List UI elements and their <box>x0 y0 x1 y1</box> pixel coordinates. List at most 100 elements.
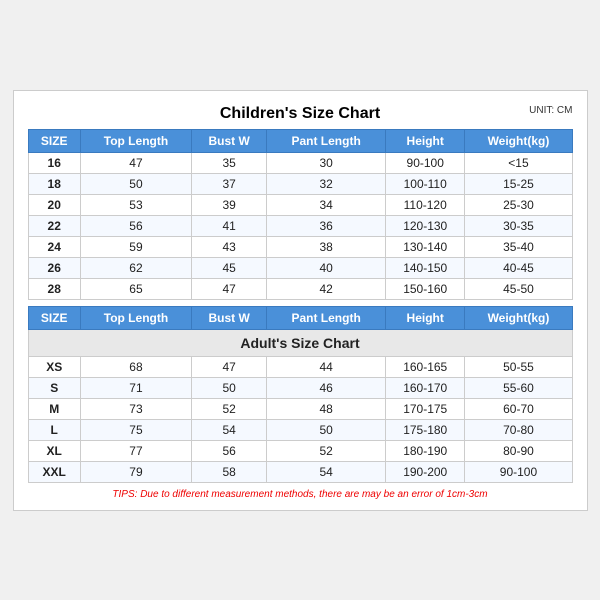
table-cell: 58 <box>192 461 267 482</box>
table-row: 24594338130-14035-40 <box>28 236 572 257</box>
adults-title-row: Adult's Size Chart <box>28 329 572 356</box>
table-row: 26624540140-15040-45 <box>28 257 572 278</box>
main-title: Children's Size Chart UNIT: CM <box>28 101 573 125</box>
table-cell: 40 <box>267 257 386 278</box>
table-cell: 52 <box>192 398 267 419</box>
table-cell: 35 <box>192 152 267 173</box>
table-cell: 140-150 <box>386 257 465 278</box>
table-row: S715046160-17055-60 <box>28 377 572 398</box>
table-row: L755450175-18070-80 <box>28 419 572 440</box>
table-cell: 47 <box>192 356 267 377</box>
col-header-height: Height <box>386 129 465 152</box>
table-cell: 47 <box>192 278 267 299</box>
table-cell: 46 <box>267 377 386 398</box>
table-cell: 50 <box>80 173 191 194</box>
table-cell: 55-60 <box>465 377 572 398</box>
title-text: Children's Size Chart <box>220 105 380 122</box>
col-header-top-length: Top Length <box>80 129 191 152</box>
table-cell: 54 <box>267 461 386 482</box>
table-cell: XS <box>28 356 80 377</box>
adult-col-header-size: SIZE <box>28 306 80 329</box>
table-cell: 79 <box>80 461 191 482</box>
table-cell: 42 <box>267 278 386 299</box>
table-cell: 24 <box>28 236 80 257</box>
table-cell: 190-200 <box>386 461 465 482</box>
table-cell: XL <box>28 440 80 461</box>
table-cell: 100-110 <box>386 173 465 194</box>
adult-col-header-weight: Weight(kg) <box>465 306 572 329</box>
table-cell: 175-180 <box>386 419 465 440</box>
table-cell: 45-50 <box>465 278 572 299</box>
table-cell: 48 <box>267 398 386 419</box>
chart-container: Children's Size Chart UNIT: CM SIZE Top … <box>13 90 588 511</box>
col-header-pant-length: Pant Length <box>267 129 386 152</box>
table-row: XS684744160-16550-55 <box>28 356 572 377</box>
table-cell: 80-90 <box>465 440 572 461</box>
table-cell: 54 <box>192 419 267 440</box>
table-cell: 110-120 <box>386 194 465 215</box>
table-cell: L <box>28 419 80 440</box>
table-cell: 35-40 <box>465 236 572 257</box>
table-row: 20533934110-12025-30 <box>28 194 572 215</box>
table-cell: S <box>28 377 80 398</box>
tips-text: TIPS: Due to different measurement metho… <box>28 489 573 500</box>
table-cell: XXL <box>28 461 80 482</box>
table-cell: 16 <box>28 152 80 173</box>
table-cell: 50-55 <box>465 356 572 377</box>
table-cell: 43 <box>192 236 267 257</box>
table-cell: 59 <box>80 236 191 257</box>
table-cell: 50 <box>192 377 267 398</box>
table-row: 1647353090-100<15 <box>28 152 572 173</box>
table-cell: 25-30 <box>465 194 572 215</box>
table-cell: 50 <box>267 419 386 440</box>
adults-title-cell: Adult's Size Chart <box>28 329 572 356</box>
adults-header-row: SIZE Top Length Bust W Pant Length Heigh… <box>28 306 572 329</box>
table-cell: 41 <box>192 215 267 236</box>
table-cell: 36 <box>267 215 386 236</box>
table-cell: 30-35 <box>465 215 572 236</box>
table-row: M735248170-17560-70 <box>28 398 572 419</box>
table-cell: 26 <box>28 257 80 278</box>
table-cell: M <box>28 398 80 419</box>
col-header-weight: Weight(kg) <box>465 129 572 152</box>
col-header-size: SIZE <box>28 129 80 152</box>
table-cell: 77 <box>80 440 191 461</box>
table-cell: 52 <box>267 440 386 461</box>
table-row: XL775652180-19080-90 <box>28 440 572 461</box>
table-cell: 73 <box>80 398 191 419</box>
adult-col-header-pant-length: Pant Length <box>267 306 386 329</box>
table-cell: 38 <box>267 236 386 257</box>
adult-col-header-top-length: Top Length <box>80 306 191 329</box>
table-cell: 130-140 <box>386 236 465 257</box>
table-cell: 34 <box>267 194 386 215</box>
table-cell: 68 <box>80 356 191 377</box>
table-cell: 160-170 <box>386 377 465 398</box>
table-cell: 28 <box>28 278 80 299</box>
adults-size-table: Adult's Size Chart SIZE Top Length Bust … <box>28 306 573 483</box>
table-cell: <15 <box>465 152 572 173</box>
table-cell: 56 <box>80 215 191 236</box>
table-row: 22564136120-13030-35 <box>28 215 572 236</box>
table-row: 18503732100-11015-25 <box>28 173 572 194</box>
table-cell: 71 <box>80 377 191 398</box>
table-cell: 30 <box>267 152 386 173</box>
table-cell: 47 <box>80 152 191 173</box>
table-cell: 75 <box>80 419 191 440</box>
table-cell: 40-45 <box>465 257 572 278</box>
unit-label: UNIT: CM <box>529 105 572 116</box>
table-row: XXL795854190-20090-100 <box>28 461 572 482</box>
table-cell: 22 <box>28 215 80 236</box>
table-cell: 120-130 <box>386 215 465 236</box>
table-cell: 39 <box>192 194 267 215</box>
adult-col-header-bust-w: Bust W <box>192 306 267 329</box>
table-cell: 56 <box>192 440 267 461</box>
table-row: 28654742150-16045-50 <box>28 278 572 299</box>
table-cell: 180-190 <box>386 440 465 461</box>
table-cell: 37 <box>192 173 267 194</box>
table-cell: 18 <box>28 173 80 194</box>
table-cell: 20 <box>28 194 80 215</box>
table-cell: 70-80 <box>465 419 572 440</box>
table-cell: 62 <box>80 257 191 278</box>
table-cell: 32 <box>267 173 386 194</box>
table-cell: 150-160 <box>386 278 465 299</box>
